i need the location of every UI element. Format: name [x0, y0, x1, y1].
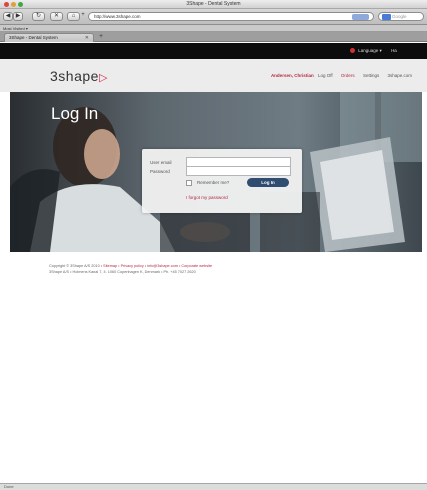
add-bookmark-button[interactable]: +	[80, 12, 86, 21]
forward-button[interactable]: ▶	[13, 12, 23, 21]
email-link[interactable]: info@3shape.com	[147, 264, 178, 268]
settings-link[interactable]: Settings	[363, 73, 379, 78]
new-tab-button[interactable]: +	[96, 33, 106, 41]
reload-button[interactable]: ↻	[32, 12, 45, 21]
help-link[interactable]: Ha	[391, 48, 397, 53]
back-button[interactable]: ◀	[3, 12, 13, 21]
user-name: Andersen, Christian	[270, 73, 314, 78]
3shape-com-link[interactable]: 3shape.com	[387, 73, 412, 78]
logo-text: 3shape	[50, 68, 99, 84]
sitemap-link[interactable]: Sitemap	[103, 264, 117, 268]
header-nav: Andersen, Christian Log Off Orders Setti…	[264, 73, 412, 78]
remember-me-checkbox[interactable]	[186, 180, 192, 186]
rss-icon[interactable]	[352, 14, 369, 20]
home-button[interactable]: ⌂	[67, 12, 80, 21]
footer-address: 3Shape A/S • Holmens Kanal 7, 4. 1060 Co…	[49, 270, 196, 274]
most-visited-menu[interactable]: Most Visited ▾	[3, 26, 28, 31]
search-engine-icon[interactable]	[382, 14, 391, 20]
privacy-policy-link[interactable]: Privacy policy	[121, 264, 144, 268]
remember-me-label: Remember me?	[197, 180, 230, 185]
log-in-button[interactable]: Log In	[247, 178, 289, 187]
password-label: Password	[150, 169, 170, 174]
address-bar[interactable]: http://www.3shape.com	[88, 12, 374, 21]
search-placeholder: Google	[392, 14, 407, 19]
hero-banner: Log In User email Password Remember me? …	[10, 92, 422, 252]
email-label: User email	[150, 160, 172, 165]
url-text: http://www.3shape.com	[94, 14, 141, 19]
footer: Copyright © 3Shape A/S 2010 • Sitemap • …	[49, 263, 212, 275]
logo-mark-icon: ▷	[98, 72, 108, 84]
forgot-password-link[interactable]: I forgot my password	[186, 195, 228, 200]
log-off-link[interactable]: Log Off	[318, 73, 333, 78]
language-label: Language ▾	[358, 48, 382, 53]
tab-close-icon[interactable]: ✕	[85, 34, 89, 42]
status-text: Done	[4, 484, 14, 489]
status-bar: Done	[0, 483, 427, 490]
flag-icon	[350, 48, 355, 54]
corporate-website-link[interactable]: Corporate website	[181, 264, 212, 268]
stop-button[interactable]: ✕	[50, 12, 63, 21]
3shape-logo[interactable]: 3shape▷	[50, 68, 108, 84]
site-header: 3shape▷ Andersen, Christian Log Off Orde…	[0, 59, 427, 92]
top-strip: Language ▾ Ha	[0, 43, 427, 59]
browser-toolbar: ◀ ▶ ↻ ✕ ⌂ + http://www.3shape.com Google	[0, 9, 427, 25]
page-title: Log In	[51, 104, 99, 123]
window-title: 3Shape - Dental System	[186, 1, 241, 7]
tab-bar: 3Shape - Dental System ✕ +	[0, 32, 427, 42]
language-selector[interactable]: Language ▾ Ha	[350, 48, 397, 54]
tab-3shape[interactable]: 3Shape - Dental System ✕	[4, 33, 94, 42]
bookmarks-bar: Most Visited ▾	[0, 25, 427, 32]
window-titlebar: 3Shape - Dental System	[0, 0, 427, 9]
orders-link[interactable]: Orders	[341, 73, 355, 78]
tab-label: 3Shape - Dental System	[9, 35, 58, 40]
search-input[interactable]: Google	[378, 12, 424, 21]
copyright-text: Copyright © 3Shape A/S 2010 •	[49, 264, 103, 268]
password-field[interactable]	[186, 166, 291, 176]
login-panel: User email Password Remember me? Log In …	[142, 149, 302, 213]
